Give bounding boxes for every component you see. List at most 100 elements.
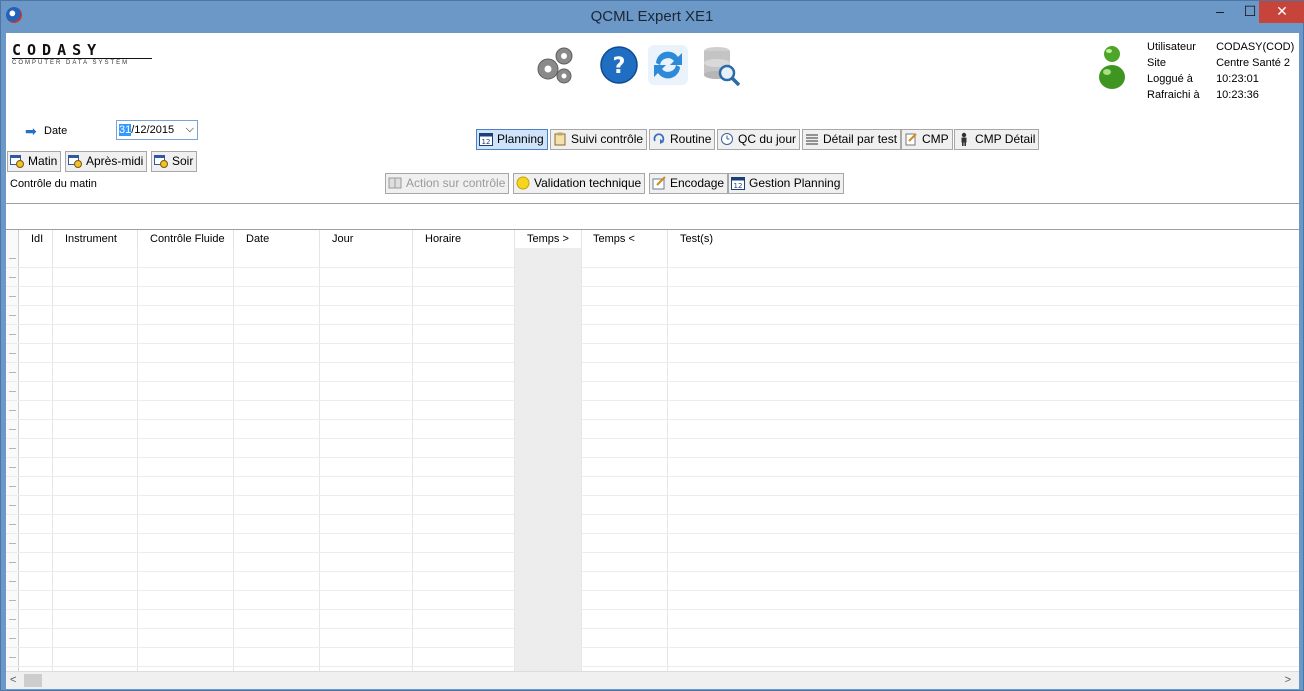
settings-gear-icon[interactable] [533,43,577,87]
row-indicator [9,600,16,601]
encodage-button[interactable]: Encodage [649,173,729,194]
calendar-clock-icon [154,155,168,168]
site-label: Site [1147,57,1166,69]
table-row[interactable] [6,666,1299,667]
chevron-down-icon[interactable]: ⌵ [186,123,194,136]
tab-cmp[interactable]: CMP [901,129,953,150]
column-header-instrument[interactable]: Instrument [53,230,138,248]
document-edit-icon [905,133,917,146]
column-header-temps-sup[interactable]: Temps > [515,230,582,248]
validation-technique-button[interactable]: Validation technique [513,173,646,194]
column-header-horaire[interactable]: Horaire [413,230,515,248]
table-row[interactable] [6,286,1299,287]
morning-button[interactable]: Matin [7,151,62,172]
table-row[interactable] [6,267,1299,268]
evening-button[interactable]: Soir [151,151,198,172]
row-indicator [9,315,16,316]
svg-text:12: 12 [734,182,743,190]
table-row[interactable] [6,324,1299,325]
row-indicator [9,296,16,297]
grid-column [320,248,413,671]
table-row[interactable] [6,305,1299,306]
user-status-icon [1099,46,1125,89]
scroll-thumb[interactable] [24,674,42,687]
tab-routine[interactable]: Routine [649,129,716,150]
user-info-row: Utilisateur CODASY(COD) [1147,41,1294,57]
row-indicator [9,391,16,392]
svg-text:12: 12 [482,138,491,146]
date-picker[interactable]: 31/12/2015 ⌵ [116,120,198,140]
row-indicator [9,429,16,430]
shift-description: Contrôle du matin [10,178,97,190]
table-row[interactable] [6,609,1299,610]
minimize-button[interactable]: – [1205,1,1235,23]
action-sur-controle-button[interactable]: Action sur contrôle [385,173,510,194]
table-row[interactable] [6,590,1299,591]
morning-label: Matin [28,154,58,168]
table-row[interactable] [6,495,1299,496]
column-header-tests[interactable]: Test(s) [668,230,1299,248]
row-indicator [9,619,16,620]
row-indicator [9,277,16,278]
refresh-icon[interactable] [646,43,690,87]
column-header-date[interactable]: Date [234,230,320,248]
table-row[interactable] [6,343,1299,344]
scroll-right-icon[interactable]: > [1285,674,1291,686]
column-header-jour[interactable]: Jour [320,230,413,248]
user-info-panel: Utilisateur CODASY(COD) Site Centre Sant… [1147,41,1294,105]
row-indicator [9,638,16,639]
table-row[interactable] [6,647,1299,648]
help-icon[interactable]: ? [597,43,641,87]
column-header-controle-fluide[interactable]: Contrôle Fluide [138,230,234,248]
table-row[interactable] [6,628,1299,629]
table-row[interactable] [6,400,1299,401]
row-indicator [9,581,16,582]
close-button[interactable]: ✕ [1259,1,1304,23]
tab-qc-label: QC du jour [738,132,797,146]
user-info-row: Rafraichi à 10:23:36 [1147,89,1294,105]
row-indicator [9,410,16,411]
grid-column [515,248,582,671]
scroll-left-icon[interactable]: < [10,674,16,686]
tab-planning-label: Planning [497,132,544,146]
planning-grid[interactable]: IdI Instrument Contrôle Fluide Date Jour… [6,229,1299,671]
calendar-clock-icon [10,155,24,168]
tab-planning[interactable]: 12 Planning [476,129,548,150]
tab-suivi-controle[interactable]: Suivi contrôle [550,129,648,150]
grid-column [234,248,320,671]
table-row[interactable] [6,533,1299,534]
column-header-idi[interactable]: IdI [19,230,53,248]
table-row[interactable] [6,362,1299,363]
user-label: Utilisateur [1147,41,1196,53]
table-row[interactable] [6,571,1299,572]
table-row[interactable] [6,381,1299,382]
logo-subtitle: COMPUTER DATA SYSTEM [12,58,152,66]
grid-header: IdI Instrument Contrôle Fluide Date Jour… [6,230,1299,248]
grid-column [138,248,234,671]
afternoon-button[interactable]: Après-midi [65,151,148,172]
logged-value: 10:23:01 [1216,73,1259,85]
separator [6,203,1299,204]
table-row[interactable] [6,552,1299,553]
table-row[interactable] [6,438,1299,439]
table-row[interactable] [6,419,1299,420]
title-bar[interactable]: QCML Expert XE1 – ☐ ✕ [1,1,1304,33]
codasy-logo: CODASY COMPUTER DATA SYSTEM [12,41,152,66]
tab-cmp-detail-label: CMP Détail [975,132,1036,146]
row-indicator [9,372,16,373]
horizontal-scrollbar[interactable]: < > [6,671,1299,689]
table-row[interactable] [6,457,1299,458]
column-header-temps-inf[interactable]: Temps < [582,230,668,248]
database-search-icon[interactable] [699,43,743,87]
table-row[interactable] [6,476,1299,477]
tab-detail-par-test[interactable]: Détail par test [802,129,902,150]
tab-cmp-detail[interactable]: CMP Détail [954,129,1040,150]
evening-label: Soir [172,154,194,168]
row-indicator [9,467,16,468]
arrow-right-icon: ➡ [25,123,37,139]
table-row[interactable] [6,514,1299,515]
date-day-selection: 31 [119,124,132,136]
gestion-planning-button[interactable]: 12 Gestion Planning [728,173,845,194]
gestion-planning-label: Gestion Planning [749,176,841,190]
tab-qc-du-jour[interactable]: QC du jour [717,129,801,150]
